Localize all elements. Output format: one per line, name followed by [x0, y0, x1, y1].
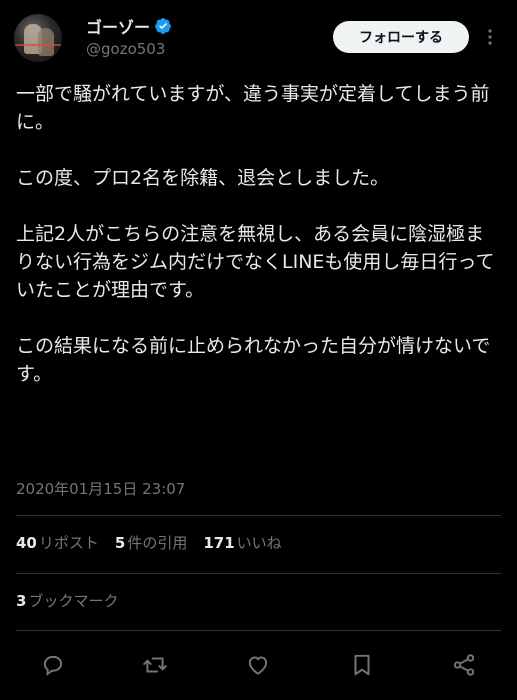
divider: [16, 515, 501, 516]
tweet-header: ゴーゾー @gozo503 フォローする: [0, 0, 517, 76]
verified-badge-icon: [155, 18, 171, 34]
action-bar: [0, 646, 517, 686]
bookmark-count-number: 3: [16, 592, 27, 610]
repost-count-number: 40: [16, 534, 37, 552]
like-count[interactable]: 171 いいね: [203, 532, 281, 553]
repost-count[interactable]: 40 リポスト: [16, 532, 99, 553]
display-name[interactable]: ゴーゾー: [86, 14, 150, 38]
reply-icon[interactable]: [40, 652, 66, 678]
repost-count-label: リポスト: [38, 534, 99, 552]
more-options-icon[interactable]: [480, 26, 500, 48]
user-handle[interactable]: @gozo503: [86, 40, 165, 58]
like-icon[interactable]: [245, 652, 271, 678]
like-count-number: 171: [203, 534, 235, 552]
share-icon[interactable]: [451, 652, 477, 678]
bookmark-count-label: ブックマーク: [28, 592, 119, 610]
name-row: ゴーゾー: [86, 14, 172, 38]
divider: [16, 573, 501, 574]
tweet-text: 一部で騒がれていますが、違う事実が定着してしまう前に。 この度、プロ2名を除籍、…: [16, 83, 495, 385]
engagement-stats: 40 リポスト 5 件の引用 171 いいね: [16, 532, 282, 553]
quote-count-label: 件の引用: [127, 534, 188, 552]
divider: [16, 630, 501, 631]
bookmark-icon[interactable]: [349, 652, 375, 678]
follow-button[interactable]: フォローする: [333, 21, 469, 53]
quote-count[interactable]: 5 件の引用: [115, 532, 187, 553]
avatar-ring-rope: [14, 44, 62, 46]
repost-icon[interactable]: [142, 652, 168, 678]
avatar[interactable]: [14, 14, 62, 62]
avatar-figure: [38, 28, 54, 56]
quote-count-number: 5: [114, 534, 126, 552]
tweet-timestamp[interactable]: 2020年01月15日 23:07: [16, 478, 185, 499]
bookmark-count[interactable]: 3 ブックマーク: [16, 590, 118, 611]
like-count-label: いいね: [236, 534, 282, 552]
